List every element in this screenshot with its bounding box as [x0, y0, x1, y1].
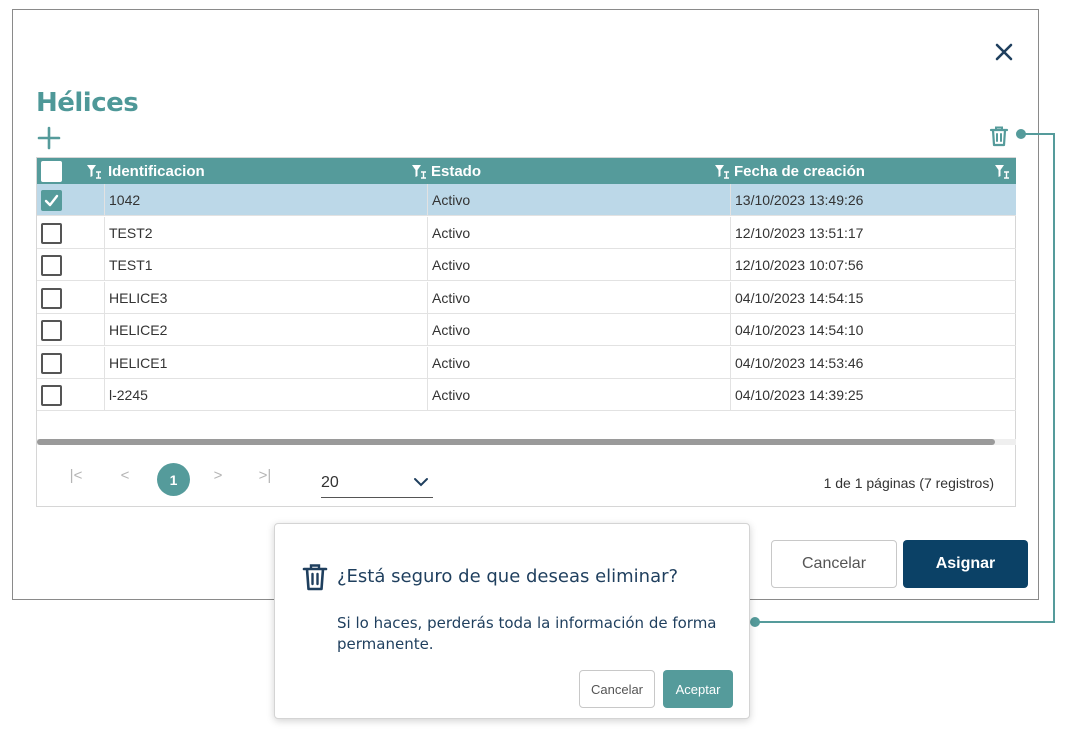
table-row[interactable]: HELICE1 Activo 04/10/2023 14:53:46 — [37, 346, 1016, 379]
column-header-fecha[interactable]: Fecha de creación — [734, 158, 865, 184]
cell-identificacion: l-2245 — [109, 387, 148, 403]
column-divider — [427, 379, 428, 411]
cell-identificacion: TEST2 — [109, 224, 153, 241]
column-divider — [427, 184, 428, 216]
cell-estado: Activo — [432, 224, 471, 241]
connector-line — [1053, 133, 1055, 623]
last-page-button[interactable]: >| — [255, 465, 275, 485]
cell-identificacion: 1042 — [109, 192, 141, 208]
page-1-button[interactable]: 1 — [157, 463, 190, 496]
page-size-value: 20 — [321, 474, 339, 491]
cell-estado: Activo — [432, 192, 471, 208]
connector-line — [755, 621, 1055, 623]
pagination: |< < 1 > >| 20 1 de 1 páginas (7 registr… — [37, 448, 1016, 508]
helices-table: Identificacion Estado Fecha de creación … — [36, 157, 1016, 507]
column-divider — [427, 281, 428, 314]
column-divider — [730, 249, 731, 281]
assign-button[interactable]: Asignar — [903, 540, 1028, 588]
column-divider — [104, 379, 105, 411]
column-divider — [104, 281, 105, 314]
row-checkbox[interactable] — [41, 255, 62, 276]
confirm-cancel-button[interactable]: Cancelar — [579, 670, 655, 708]
row-checkbox[interactable] — [41, 352, 62, 374]
column-divider — [730, 184, 731, 216]
cell-identificacion: HELICE1 — [109, 354, 168, 371]
cell-estado: Activo — [432, 387, 471, 403]
helices-dialog: Hélices Identificacion Estado Fecha de c… — [12, 9, 1039, 600]
column-divider — [730, 281, 731, 314]
row-checkbox[interactable] — [41, 190, 62, 211]
cell-fecha: 04/10/2023 14:53:46 — [735, 354, 864, 371]
page-title: Hélices — [36, 88, 139, 118]
page-size-select[interactable]: 20 — [321, 468, 433, 498]
column-divider — [730, 379, 731, 411]
trash-icon — [302, 564, 328, 591]
cell-fecha: 12/10/2023 10:07:56 — [735, 257, 864, 273]
close-icon — [995, 43, 1013, 61]
column-divider — [104, 184, 105, 216]
cell-fecha: 04/10/2023 14:54:15 — [735, 289, 864, 306]
trash-icon — [989, 126, 1009, 147]
check-icon — [44, 194, 59, 207]
column-header-identificacion[interactable]: Identificacion — [108, 158, 205, 184]
cell-estado: Activo — [432, 322, 471, 338]
connector-dot — [750, 617, 760, 627]
table-row[interactable]: HELICE3 Activo 04/10/2023 14:54:15 — [37, 281, 1016, 314]
delete-confirm-popover: ¿Está seguro de que deseas eliminar? Si … — [274, 523, 750, 719]
cell-identificacion: TEST1 — [109, 257, 153, 273]
cell-identificacion: HELICE3 — [109, 289, 168, 306]
cell-fecha: 04/10/2023 14:54:10 — [735, 322, 864, 338]
scrollbar-thumb[interactable] — [37, 439, 995, 445]
filter-icon[interactable] — [86, 163, 102, 179]
column-divider — [104, 314, 105, 346]
column-divider — [427, 346, 428, 379]
cancel-button[interactable]: Cancelar — [771, 540, 897, 588]
column-divider — [730, 314, 731, 346]
table-header: Identificacion Estado Fecha de creación — [37, 158, 1016, 184]
cell-estado: Activo — [432, 257, 471, 273]
cell-estado: Activo — [432, 354, 471, 371]
column-divider — [104, 249, 105, 281]
filter-icon[interactable] — [714, 163, 730, 179]
column-divider — [427, 249, 428, 281]
cell-fecha: 04/10/2023 14:39:25 — [735, 387, 864, 403]
column-divider — [104, 216, 105, 249]
row-checkbox[interactable] — [41, 320, 62, 341]
select-all-checkbox[interactable] — [41, 161, 62, 182]
chevron-down-icon — [414, 478, 428, 487]
column-divider — [730, 346, 731, 379]
confirm-title: ¿Está seguro de que deseas eliminar? — [337, 566, 679, 587]
filter-icon[interactable] — [411, 163, 427, 179]
close-button[interactable] — [991, 39, 1017, 65]
row-checkbox[interactable] — [41, 287, 62, 309]
filter-icon[interactable] — [994, 163, 1010, 179]
table-row[interactable]: 1042 Activo 13/10/2023 13:49:26 — [37, 184, 1016, 216]
table-row[interactable]: HELICE2 Activo 04/10/2023 14:54:10 — [37, 314, 1016, 346]
horizontal-scrollbar[interactable] — [37, 439, 1016, 445]
confirm-accept-button[interactable]: Aceptar — [663, 670, 733, 708]
first-page-button[interactable]: |< — [66, 465, 86, 485]
column-header-estado[interactable]: Estado — [431, 158, 481, 184]
table-row[interactable]: l-2245 Activo 04/10/2023 14:39:25 — [37, 379, 1016, 411]
column-divider — [427, 314, 428, 346]
table-row[interactable]: TEST2 Activo 12/10/2023 13:51:17 — [37, 216, 1016, 249]
prev-page-button[interactable]: < — [115, 465, 135, 485]
plus-icon — [37, 126, 61, 150]
next-page-button[interactable]: > — [208, 465, 228, 485]
add-button[interactable] — [36, 125, 62, 151]
cell-fecha: 13/10/2023 13:49:26 — [735, 192, 864, 208]
cell-identificacion: HELICE2 — [109, 322, 168, 338]
pagination-info: 1 de 1 páginas (7 registros) — [823, 475, 994, 491]
column-divider — [104, 346, 105, 379]
row-checkbox[interactable] — [41, 385, 62, 406]
delete-button[interactable] — [987, 124, 1011, 148]
confirm-message: Si lo haces, perderás toda la informació… — [337, 614, 717, 653]
cell-estado: Activo — [432, 289, 471, 306]
column-divider — [730, 216, 731, 249]
cell-fecha: 12/10/2023 13:51:17 — [735, 224, 864, 241]
connector-dot — [1016, 129, 1026, 139]
column-divider — [427, 216, 428, 249]
row-checkbox[interactable] — [41, 222, 62, 244]
table-row[interactable]: TEST1 Activo 12/10/2023 10:07:56 — [37, 249, 1016, 281]
